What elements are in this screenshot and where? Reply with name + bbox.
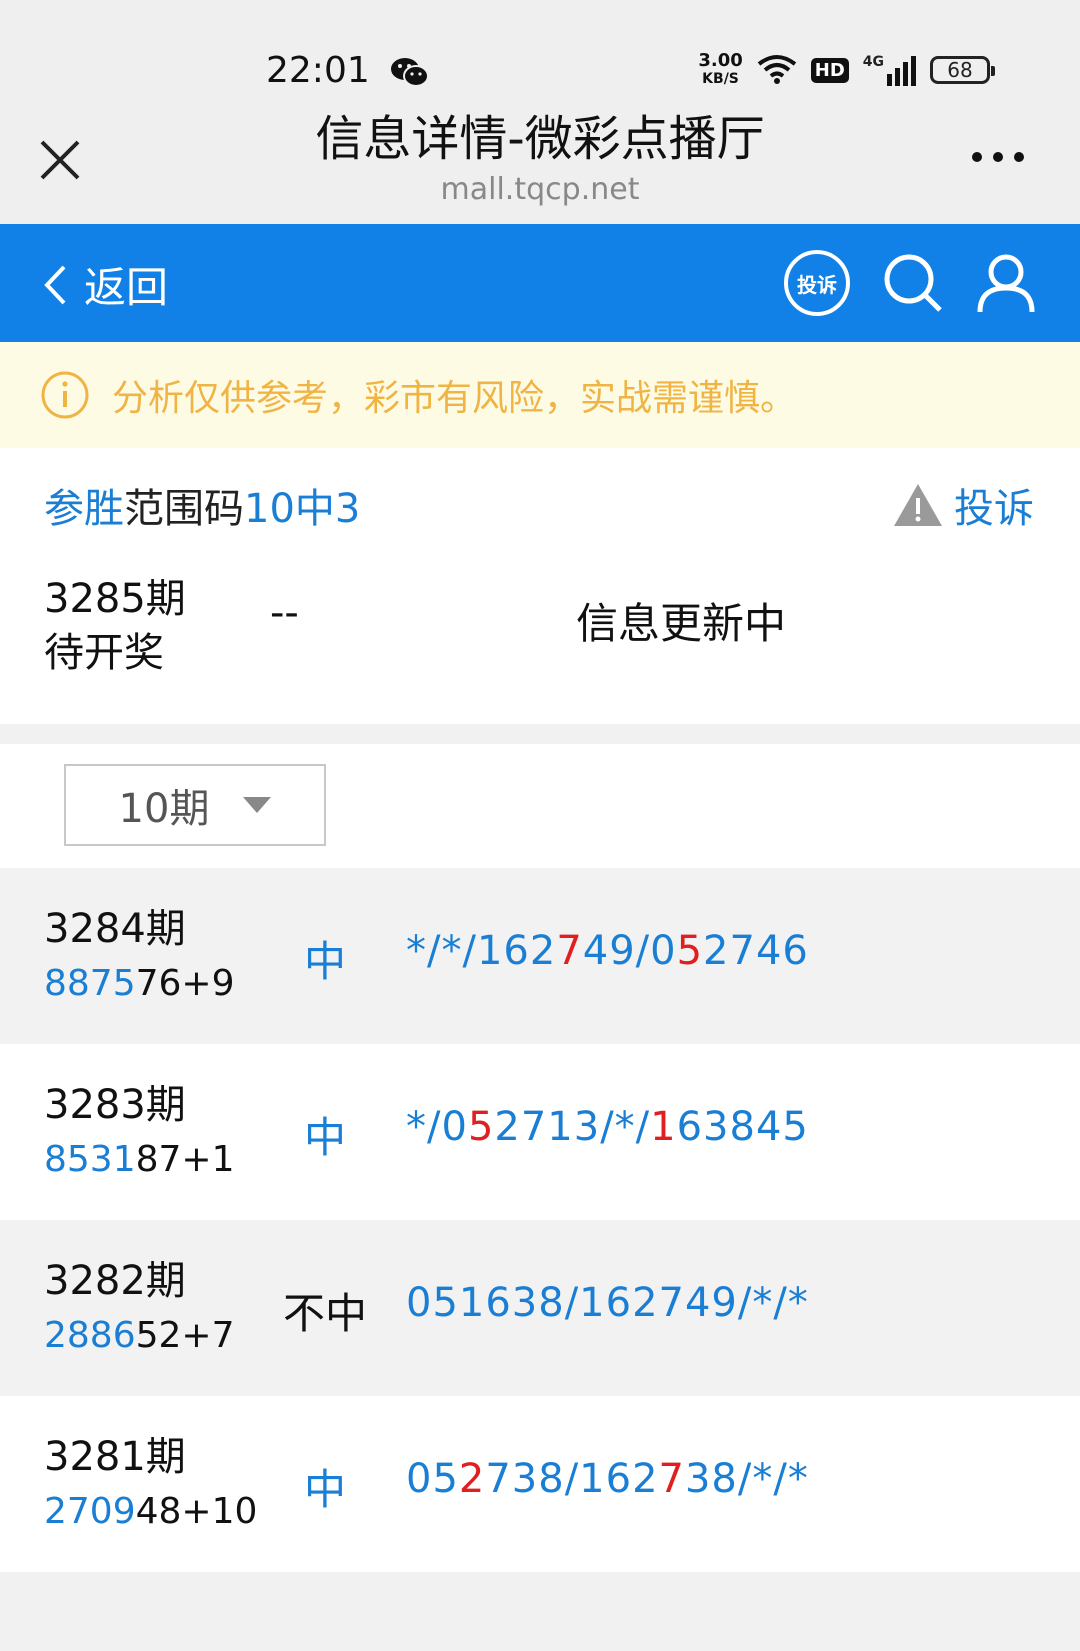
- battery-icon: 68: [930, 56, 995, 84]
- dropdown-arrow-icon: [243, 797, 272, 813]
- report-label: 投诉: [954, 486, 1034, 532]
- plan-title: 参胜范围码10中3: [44, 486, 361, 532]
- user-icon[interactable]: [976, 252, 1036, 314]
- network-speed: 3.00 KB/S: [698, 50, 743, 88]
- hd-badge: HD: [810, 57, 849, 83]
- row-result: 中: [303, 937, 346, 986]
- row-result: 中: [303, 1465, 346, 1514]
- row-issue: 3281期: [44, 1434, 186, 1480]
- search-icon[interactable]: [882, 252, 944, 314]
- history-row: 3281期 270948+10 中 052738/162738/*/*: [0, 1396, 1080, 1572]
- notice-text: 分析仅供参考，彩市有风险，实战需谨慎。: [112, 378, 797, 419]
- page-title: 信息详情-微彩点播厅: [315, 111, 765, 167]
- row-result: 不中: [282, 1289, 367, 1338]
- plan-card: 参胜范围码10中3 投诉 3285期 待开奖 -- 信息更新中: [0, 448, 1080, 724]
- filter-bar: 10期: [0, 744, 1080, 868]
- page-url: mall.tqcp.net: [440, 172, 640, 207]
- row-prediction: */052713/*/163845: [406, 1104, 809, 1150]
- row-issue: 3284期: [44, 906, 186, 952]
- risk-notice: 分析仅供参考，彩市有风险，实战需谨慎。: [0, 342, 1080, 448]
- row-draw-number: 270948+10: [44, 1491, 258, 1532]
- back-label: 返回: [84, 263, 169, 312]
- wechat-icon: [391, 58, 429, 87]
- info-icon: [41, 371, 89, 419]
- status-time: 22:01: [266, 50, 370, 91]
- history-list: 3284期 887576+9 中 */*/162749/052746 3283期 8531…: [0, 868, 1080, 1572]
- history-row: 3284期 887576+9 中 */*/162749/052746: [0, 868, 1080, 1044]
- current-status: 信息更新中: [576, 599, 787, 648]
- row-draw-number: 853187+1: [44, 1139, 235, 1180]
- row-prediction: */*/162749/052746: [406, 928, 809, 974]
- row-issue: 3283期: [44, 1082, 186, 1128]
- row-draw-number: 887576+9: [44, 963, 235, 1004]
- row-result: 中: [303, 1113, 346, 1162]
- more-menu-icon[interactable]: [972, 152, 1024, 162]
- back-button[interactable]: 返回: [44, 254, 168, 315]
- nav-bar: 返回 投诉: [0, 224, 1080, 342]
- period-select[interactable]: 10期: [64, 764, 326, 846]
- current-draw: --: [270, 590, 299, 636]
- row-prediction: 052738/162738/*/*: [406, 1456, 809, 1502]
- nav-actions: 投诉: [784, 250, 1036, 316]
- current-issue: 3285期 待开奖: [44, 576, 186, 676]
- complain-button[interactable]: 投诉: [784, 250, 850, 316]
- row-prediction: 051638/162749/*/*: [406, 1280, 809, 1326]
- status-indicators: 3.00 KB/S HD 4G 68: [698, 50, 995, 88]
- plan-author[interactable]: 参胜: [44, 486, 124, 532]
- cell-signal-icon: 4G: [863, 54, 916, 86]
- row-draw-number: 288652+7: [44, 1315, 235, 1356]
- history-row: 3283期 853187+1 中 */052713/*/163845: [0, 1044, 1080, 1220]
- row-issue: 3282期: [44, 1258, 186, 1304]
- title-block: 信息详情-微彩点播厅 mall.tqcp.net: [0, 106, 1080, 210]
- history-row: 3282期 288652+7 不中 051638/162749/*/*: [0, 1220, 1080, 1396]
- warning-icon: [894, 484, 942, 526]
- wifi-icon: [757, 55, 796, 84]
- title-bar: 信息详情-微彩点播厅 mall.tqcp.net: [0, 106, 1080, 224]
- chevron-left-icon: [44, 265, 66, 304]
- report-button[interactable]: 投诉: [892, 476, 1034, 534]
